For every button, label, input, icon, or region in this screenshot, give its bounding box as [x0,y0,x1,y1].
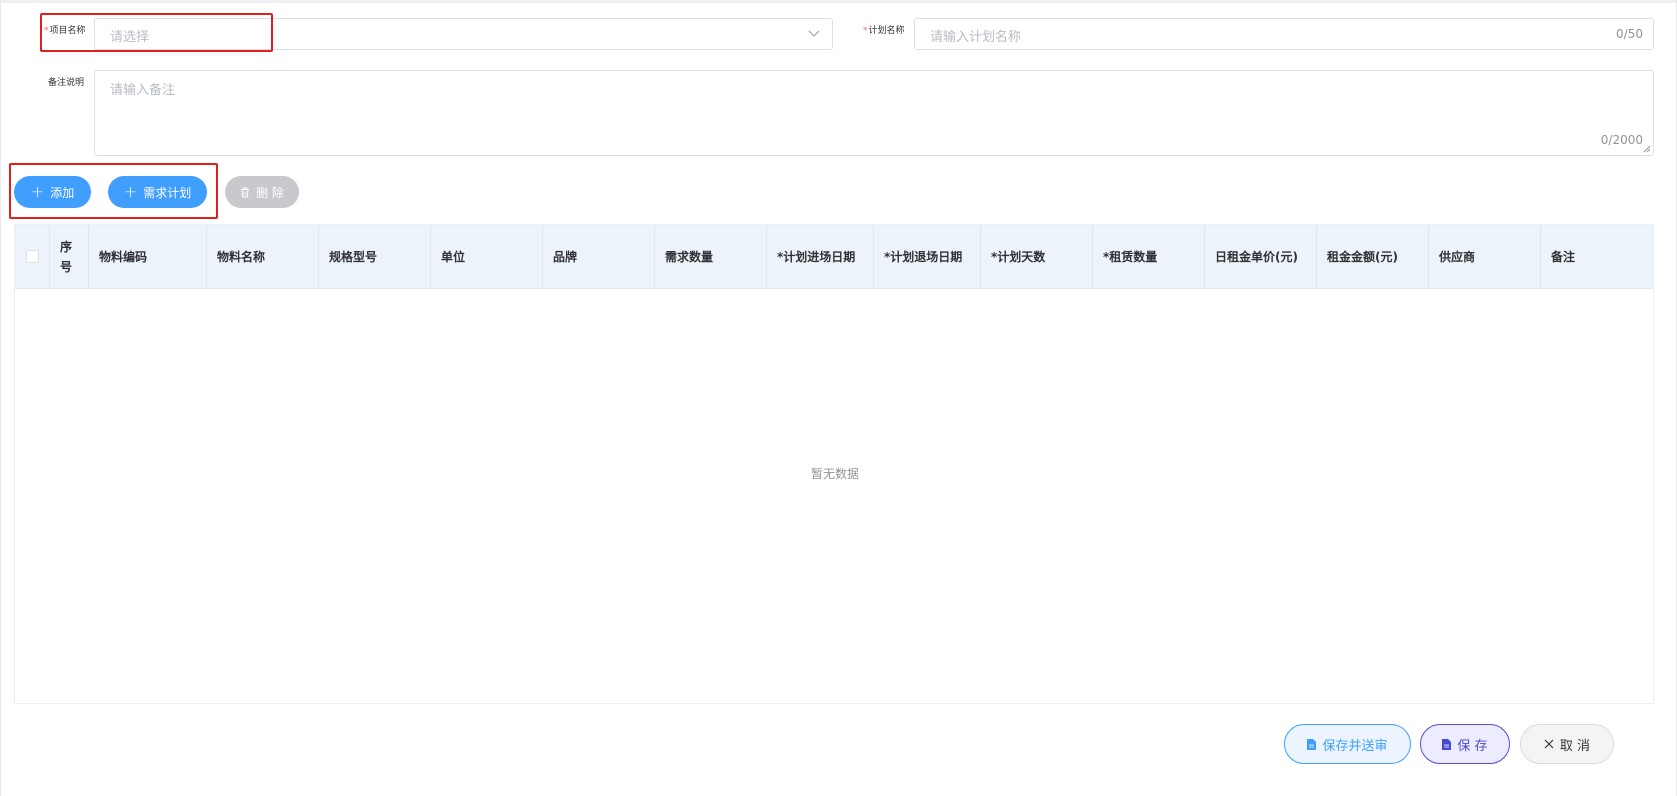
column-header-seq-line2: 号 [60,259,73,274]
column-header-remark[interactable]: 备注 [1541,225,1653,288]
save-and-submit-button[interactable]: 保存并送审 [1284,724,1411,764]
remark-placeholder: 请输入备注 [110,83,176,98]
save-and-submit-label: 保存并送审 [1322,738,1388,754]
select-all-checkbox[interactable] [26,250,39,263]
column-header-spec[interactable]: 规格型号 [319,225,431,288]
remark-textarea[interactable]: 请输入备注 0/2000 [94,70,1654,156]
chevron-down-icon [808,30,820,37]
remark-label: 备注说明 [48,78,85,88]
column-header-brand[interactable]: 品牌 [543,225,655,288]
column-header-rent-amount[interactable]: 租金金额(元) [1317,225,1429,288]
column-header-demand-qty[interactable]: 需求数量 [655,225,767,288]
column-header-entry-date[interactable]: *计划进场日期 [767,225,874,288]
save-button-label: 保 存 [1457,738,1488,754]
column-header-daily-rent[interactable]: 日租金单价(元) [1205,225,1317,288]
cancel-button[interactable]: 取 消 [1520,724,1614,764]
close-icon [1544,739,1554,749]
plan-name-placeholder: 请输入计划名称 [930,30,1022,45]
highlight-box-project [40,13,273,52]
table-header: 序 号 物料编码 物料名称 规格型号 单位 品牌 需求数量 *计划进场日期 *计… [15,225,1653,289]
plan-label: *计划名称 [863,23,905,36]
plan-name-counter: 0/50 [1616,27,1643,41]
column-header-plan-days[interactable]: *计划天数 [981,225,1093,288]
column-header-material-name[interactable]: 物料名称 [207,225,319,288]
save-button[interactable]: 保 存 [1420,724,1510,764]
column-header-exit-date[interactable]: *计划退场日期 [874,225,981,288]
column-header-unit[interactable]: 单位 [431,225,543,288]
resize-handle-icon[interactable] [1643,145,1651,153]
delete-button-label: 删 除 [256,185,284,200]
empty-state-text: 暂无数据 [810,467,859,481]
document-icon [1442,738,1452,750]
cancel-button-label: 取 消 [1559,738,1591,754]
top-border [0,0,1677,3]
column-header-seq-line1: 序 [60,239,73,254]
document-icon [1307,738,1317,750]
plan-label-text: 计划名称 [868,26,905,36]
trash-icon [241,187,250,197]
column-header-lease-qty[interactable]: *租赁数量 [1093,225,1205,288]
left-border [0,0,1,796]
column-header-seq: 序 号 [50,225,89,288]
highlight-box-toolbar [9,163,218,219]
select-all-cell [15,225,50,288]
column-header-material-code[interactable]: 物料编码 [89,225,207,288]
remark-counter: 0/2000 [1600,133,1643,147]
required-mark: * [863,26,868,36]
column-header-supplier[interactable]: 供应商 [1429,225,1541,288]
plan-name-input[interactable]: 请输入计划名称 0/50 [914,18,1654,50]
delete-button[interactable]: 删 除 [225,176,299,208]
materials-table: 序 号 物料编码 物料名称 规格型号 单位 品牌 需求数量 *计划进场日期 *计… [14,224,1654,704]
